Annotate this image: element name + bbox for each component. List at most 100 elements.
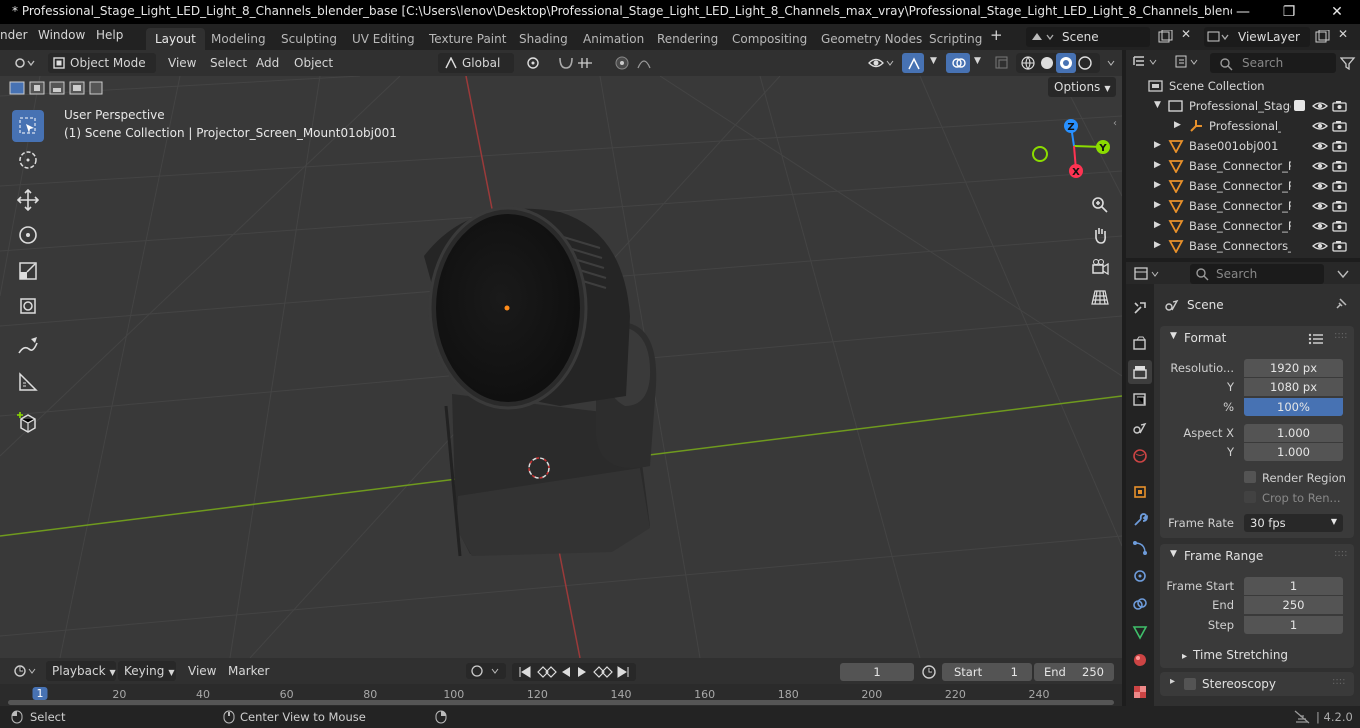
- eye-icon[interactable]: [1312, 220, 1328, 232]
- new-scene-icon[interactable]: [1157, 30, 1173, 44]
- current-frame-marker[interactable]: 1: [32, 687, 48, 700]
- tab-sculpting[interactable]: Sculpting: [272, 28, 346, 50]
- move-tool[interactable]: [12, 184, 44, 216]
- properties-editor-icon[interactable]: [1134, 266, 1164, 282]
- gizmo-dropdown-icon[interactable]: ▼: [924, 53, 943, 73]
- time-stretching-header[interactable]: ▸ Time Stretching: [1182, 648, 1288, 662]
- auto-keying-icon[interactable]: [466, 663, 506, 679]
- pin-icon[interactable]: [1334, 297, 1348, 311]
- remove-viewlayer-icon[interactable]: ✕: [1338, 27, 1348, 41]
- cursor-tool[interactable]: [12, 144, 44, 176]
- minimize-icon[interactable]: —: [1228, 2, 1258, 22]
- eye-icon[interactable]: [1312, 100, 1328, 112]
- tab-particles[interactable]: [1128, 536, 1152, 560]
- tab-shading[interactable]: Shading: [510, 28, 577, 50]
- chevron-right-icon[interactable]: ▶: [1154, 220, 1161, 230]
- tab-world[interactable]: [1128, 444, 1152, 468]
- overlay-toggle-button[interactable]: [946, 53, 970, 73]
- overlay-dropdown-icon[interactable]: ▼: [968, 53, 987, 73]
- tab-modifiers[interactable]: [1128, 508, 1152, 532]
- tab-scripting[interactable]: Scripting: [920, 28, 991, 50]
- pan-button[interactable]: [1087, 222, 1113, 248]
- marker-menu[interactable]: Marker: [222, 661, 275, 681]
- frame-step-field[interactable]: 1: [1244, 616, 1343, 634]
- menu-window[interactable]: Window: [38, 28, 85, 42]
- display-mode-icon[interactable]: [1174, 54, 1204, 70]
- eye-icon[interactable]: [1312, 240, 1328, 252]
- tab-constraints[interactable]: [1128, 592, 1152, 616]
- properties-search-input[interactable]: Search: [1190, 264, 1324, 284]
- rotate-tool[interactable]: [12, 219, 44, 251]
- current-frame-field[interactable]: 1: [840, 663, 914, 681]
- outliner-row[interactable]: ▶ Base_Connector_Pa: [1126, 216, 1360, 236]
- add-workspace-icon[interactable]: +: [990, 26, 1003, 44]
- tab-geometry-nodes[interactable]: Geometry Nodes: [812, 28, 931, 50]
- measure-tool[interactable]: [12, 366, 44, 398]
- resolution-y-field[interactable]: 1080 px: [1244, 378, 1343, 396]
- annotate-tool[interactable]: [12, 330, 44, 362]
- resolution-percent-field[interactable]: 100%: [1244, 398, 1343, 416]
- drag-handle-icon[interactable]: ::::: [1332, 676, 1345, 687]
- start-frame-field[interactable]: Start 1: [942, 663, 1032, 681]
- outliner-row[interactable]: ▶ Professional_St: [1126, 116, 1360, 136]
- frame-rate-dropdown[interactable]: 30 fps ▼: [1244, 514, 1343, 532]
- outliner-row[interactable]: ▶ Base_Connectors_I: [1126, 236, 1360, 256]
- chevron-right-icon[interactable]: ▶: [1154, 200, 1161, 210]
- menu-object[interactable]: Object: [288, 53, 339, 73]
- frame-start-field[interactable]: 1: [1244, 577, 1343, 595]
- tab-texture[interactable]: [1128, 680, 1152, 704]
- eye-icon[interactable]: [1312, 140, 1328, 152]
- tab-modeling[interactable]: Modeling: [202, 28, 275, 50]
- format-panel-header[interactable]: ▼ Format ::::: [1162, 328, 1352, 350]
- end-frame-field[interactable]: End 250: [1034, 663, 1114, 681]
- exclude-checkbox[interactable]: [1294, 100, 1305, 111]
- tab-tool[interactable]: [1128, 296, 1152, 320]
- tab-material[interactable]: [1128, 648, 1152, 672]
- camera-render-icon[interactable]: [1332, 240, 1348, 252]
- tab-layout[interactable]: Layout: [146, 28, 205, 50]
- proportional-edit-icon[interactable]: [612, 54, 664, 72]
- playback-controls[interactable]: [512, 663, 636, 681]
- editor-type-button[interactable]: [8, 53, 42, 73]
- menu-render[interactable]: nder: [0, 28, 28, 42]
- outliner-root-row[interactable]: Scene Collection: [1126, 76, 1360, 96]
- camera-render-icon[interactable]: [1332, 180, 1348, 192]
- timeline-view-menu[interactable]: View: [182, 661, 222, 681]
- gizmo-toggle-button[interactable]: [902, 53, 924, 73]
- drag-handle-icon[interactable]: ::::: [1334, 548, 1347, 559]
- select-mode-icons[interactable]: [8, 79, 104, 97]
- sidebar-toggle-icon[interactable]: ‹: [1113, 118, 1117, 129]
- camera-view-button[interactable]: [1087, 254, 1113, 280]
- transform-tool[interactable]: [12, 290, 44, 322]
- preview-range-icon[interactable]: [920, 663, 938, 681]
- playback-menu[interactable]: Playback ▼: [46, 661, 116, 681]
- outliner-row[interactable]: ▼ Professional_Stage: [1126, 96, 1360, 116]
- menu-select[interactable]: Select: [204, 53, 253, 73]
- eye-icon[interactable]: [1312, 180, 1328, 192]
- properties-options-icon[interactable]: [1336, 268, 1350, 280]
- outliner-row[interactable]: ▶ Base001obj001: [1126, 136, 1360, 156]
- tab-object[interactable]: [1128, 480, 1152, 504]
- pivot-icon[interactable]: [524, 54, 550, 72]
- camera-render-icon[interactable]: [1332, 200, 1348, 212]
- resolution-x-field[interactable]: 1920 px: [1244, 359, 1343, 377]
- chevron-right-icon[interactable]: ▶: [1154, 180, 1161, 190]
- outliner-row[interactable]: ▶ Base_Connector_Pa: [1126, 196, 1360, 216]
- chevron-right-icon[interactable]: ▶: [1154, 240, 1161, 250]
- menu-help[interactable]: Help: [96, 28, 123, 42]
- add-cube-tool[interactable]: [12, 406, 44, 438]
- tab-rendering[interactable]: Rendering: [648, 28, 727, 50]
- eye-icon[interactable]: [1312, 160, 1328, 172]
- aspect-x-field[interactable]: 1.000: [1244, 424, 1343, 442]
- outliner-editor-icon[interactable]: [1132, 54, 1162, 70]
- 3d-viewport[interactable]: User Perspective (1) Scene Collection | …: [0, 76, 1122, 658]
- drag-handle-icon[interactable]: ::::: [1334, 330, 1347, 341]
- tab-output[interactable]: [1128, 360, 1152, 384]
- eye-icon[interactable]: [1312, 120, 1328, 132]
- menu-add[interactable]: Add: [250, 53, 285, 73]
- eye-icon[interactable]: [1312, 200, 1328, 212]
- navigation-gizmo[interactable]: Z Y X: [1028, 114, 1120, 188]
- tab-animation[interactable]: Animation: [574, 28, 653, 50]
- perspective-toggle-button[interactable]: [1087, 284, 1113, 310]
- restore-icon[interactable]: ❐: [1274, 2, 1304, 22]
